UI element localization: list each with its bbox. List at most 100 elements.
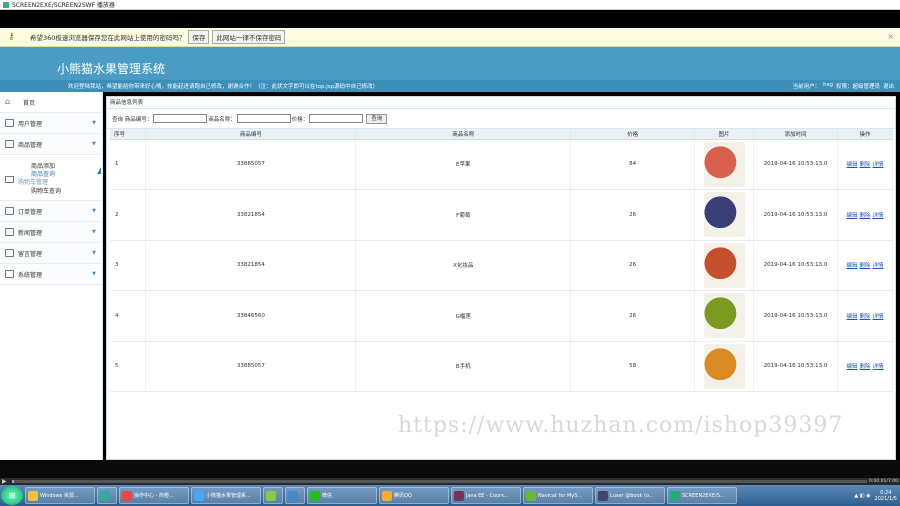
current-user-label: 当前用户： [792, 84, 821, 90]
taskbar-item[interactable]: Luser @book (o... [595, 487, 665, 504]
play-icon[interactable]: ▶ [2, 478, 10, 485]
submenu-item-query-product[interactable]: 商品查询 [31, 169, 55, 178]
app-icon [100, 490, 110, 501]
delete-link[interactable]: 删除 [859, 263, 870, 269]
close-icon[interactable]: × [887, 32, 894, 41]
app-icon [598, 490, 608, 501]
edit-link[interactable]: 编辑 [846, 213, 857, 219]
row-time: 2019-04-16 10:53:13.0 [753, 189, 838, 241]
products-submenu: 商品添加 购物车管理 商品查询 购物车查询 [0, 155, 102, 201]
price-input[interactable] [309, 114, 364, 123]
player-controls: ▶ 0:00:01/7:00:1 [0, 478, 900, 485]
edit-link[interactable]: 编辑 [846, 364, 857, 370]
row-price: 58 [570, 341, 696, 392]
product-image [703, 343, 745, 389]
messages-icon [5, 249, 14, 257]
sidebar-item-system[interactable]: 系统管理 ▼ [0, 264, 102, 285]
app-icon [266, 490, 276, 501]
sidebar-item-label: 首页 [23, 99, 36, 107]
sidebar-item-orders[interactable]: 订单管理 ▼ [0, 201, 102, 222]
detail-link[interactable]: 详情 [873, 162, 884, 168]
detail-link[interactable]: 详情 [873, 314, 884, 320]
taskbar-item-label: Windows 资源... [40, 493, 79, 499]
submenu-item-query-cart[interactable]: 购物车查询 [31, 186, 61, 195]
save-password-button[interactable]: 保存 [188, 30, 210, 44]
row-price: 26 [570, 240, 696, 291]
taskbar-item[interactable]: Navicat for MyS... [523, 487, 593, 504]
delete-link[interactable]: 删除 [859, 364, 870, 370]
sidebar-item-home[interactable]: ⌂ 首页 [0, 92, 102, 113]
collapse-arrow-icon[interactable] [97, 167, 101, 174]
detail-link[interactable]: 详情 [873, 263, 884, 269]
delete-link[interactable]: 删除 [859, 213, 870, 219]
row-index: 4 [110, 290, 147, 342]
tray-icons[interactable]: ▲ ◧ ◉ [854, 493, 870, 499]
taskbar-item-label: Navicat for MyS... [538, 492, 583, 499]
progress-bar[interactable] [12, 480, 867, 483]
welcome-text: 欢迎登陆我站，希望能给你带来好心情，技能起进请跑自己修改，谢谢合作！（注：此状文… [68, 84, 379, 90]
row-time: 2019-04-16 10:53:13.0 [753, 240, 838, 291]
col-price: 价格 [570, 129, 696, 140]
player-title: SCREEN2EXE/SCREEN2SWF 播放器 [12, 2, 115, 9]
clock[interactable]: 0:24 2021/1/5 [875, 490, 897, 502]
chevron-down-icon: ▼ [92, 271, 96, 277]
orders-icon [5, 207, 14, 215]
search-price-label: 价格： [291, 116, 309, 123]
product-image [703, 242, 745, 288]
taskbar-item[interactable]: 腾讯QQ [379, 487, 449, 504]
col-time: 添加时间 [753, 129, 838, 140]
search-button[interactable]: 查询 [366, 113, 388, 124]
row-operations: 编辑 删除 详情 [837, 341, 893, 392]
sidebar-item-label: 新闻管理 [18, 229, 43, 237]
sidebar-item-label: 商品管理 [18, 141, 43, 149]
row-name: X化妆品 [355, 240, 572, 291]
taskbar-item-label: 操作中心 - 商橙... [134, 493, 174, 499]
edit-link[interactable]: 编辑 [846, 314, 857, 320]
row-time: 2019-04-16 10:53:13.0 [753, 341, 838, 392]
taskbar-item[interactable]: Windows 资源... [25, 487, 95, 504]
current-user-name: hsg [823, 82, 833, 88]
start-button[interactable]: ⊞ [1, 486, 23, 505]
taskbar-item[interactable]: 操作中心 - 商橙... [119, 487, 189, 504]
delete-link[interactable]: 删除 [859, 162, 870, 168]
row-index: 5 [110, 341, 147, 392]
clock-date: 2021/1/5 [874, 495, 897, 502]
sidebar-item-products[interactable]: 商品管理 ▼ [0, 134, 102, 155]
playback-time: 0:00:01/7:00:1 [869, 479, 900, 484]
delete-link[interactable]: 删除 [859, 314, 870, 320]
taskbar-item[interactable]: 小熊猫水果管理系... [191, 487, 261, 504]
detail-link[interactable]: 详情 [873, 364, 884, 370]
table-row: 2 33821854 F葡萄 26 2019-04-16 10:53:13.0 编辑 删除详… [110, 189, 893, 241]
search-code-label: 查询 商品编号： [112, 116, 153, 123]
app-icon [310, 490, 320, 501]
taskbar-item[interactable] [285, 487, 305, 504]
taskbar-item-label: 小熊猫水果管理系... [206, 493, 251, 499]
never-save-button[interactable]: 此网站一律不保存密码 [212, 30, 286, 44]
sidebar-item-news[interactable]: 新闻管理 ▼ [0, 222, 102, 243]
detail-link[interactable]: 详情 [873, 213, 884, 219]
edit-link[interactable]: 编辑 [846, 162, 857, 168]
edit-link[interactable]: 编辑 [846, 263, 857, 269]
taskbar-item[interactable]: Java EE - Cours... [451, 487, 521, 504]
logout-link[interactable]: 退出 [883, 82, 894, 90]
product-code-input[interactable] [153, 114, 208, 123]
users-icon [5, 119, 14, 127]
row-image-cell [694, 290, 755, 342]
row-name: F葡萄 [355, 189, 572, 241]
product-name-input[interactable] [236, 114, 291, 123]
taskbar-item[interactable] [97, 487, 117, 504]
sidebar-item-messages[interactable]: 留言管理 ▼ [0, 243, 102, 264]
row-code: 33821854 [145, 189, 357, 241]
chevron-down-icon: ▼ [92, 229, 96, 235]
app-icon [670, 490, 680, 501]
taskbar-item-label: Java EE - Cours... [466, 492, 509, 499]
taskbar-item[interactable]: 微信 [307, 487, 377, 504]
table-header-row: 序号 商品编号 商品名称 价格 图片 添加时间 操作 [110, 129, 893, 140]
taskbar-item[interactable]: SCREEN2EXE/S... [667, 487, 737, 504]
news-icon [5, 228, 14, 236]
taskbar-item[interactable] [263, 487, 283, 504]
product-image [703, 192, 745, 238]
sidebar: ⌂ 首页 用户管理 ▼ 商品管理 ▼ 商品添加 购物车管理 商品查询 购物车查询… [0, 92, 103, 460]
row-time: 2019-04-16 10:53:13.0 [753, 290, 838, 342]
sidebar-item-users[interactable]: 用户管理 ▼ [0, 113, 102, 134]
